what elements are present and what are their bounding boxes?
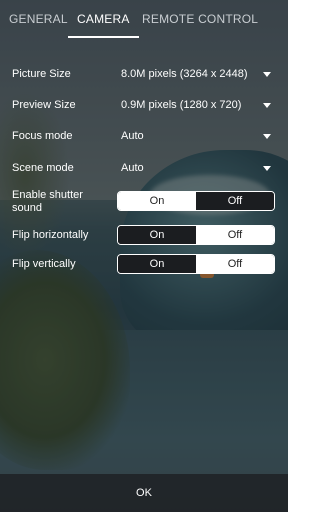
shutter-sound-on-option[interactable]: On — [118, 192, 196, 210]
preview-size-value[interactable]: 0.9M pixels (1280 x 720) — [121, 99, 241, 112]
flip-vertically-toggle[interactable]: On Off — [117, 254, 275, 274]
picture-size-value[interactable]: 8.0M pixels (3264 x 2448) — [121, 68, 248, 81]
settings-screen: GENERAL CAMERA REMOTE CONTROL Picture Si… — [0, 0, 288, 512]
focus-mode-value[interactable]: Auto — [121, 130, 144, 143]
scene-mode-label: Scene mode — [12, 162, 74, 174]
picture-size-label: Picture Size — [12, 68, 71, 80]
flip-horizontally-on-option[interactable]: On — [118, 226, 196, 244]
preview-size-label: Preview Size — [12, 99, 76, 111]
tab-bar: GENERAL CAMERA REMOTE CONTROL — [0, 0, 288, 38]
scene-mode-row[interactable]: Scene mode Auto — [0, 160, 288, 176]
flip-vertically-on-option[interactable]: On — [118, 255, 196, 273]
focus-mode-row[interactable]: Focus mode Auto — [0, 128, 288, 144]
ok-button[interactable]: OK — [0, 474, 288, 512]
flip-horizontally-off-option[interactable]: Off — [196, 226, 274, 244]
chevron-down-icon[interactable] — [263, 166, 271, 171]
focus-mode-label: Focus mode — [12, 130, 73, 142]
tab-general[interactable]: GENERAL — [9, 0, 68, 38]
picture-size-row[interactable]: Picture Size 8.0M pixels (3264 x 2448) — [0, 66, 288, 82]
flip-vertically-off-option[interactable]: Off — [196, 255, 274, 273]
chevron-down-icon[interactable] — [263, 103, 271, 108]
tab-camera[interactable]: CAMERA — [68, 0, 139, 38]
shutter-sound-toggle[interactable]: On Off — [117, 191, 275, 211]
flip-horizontally-row: Flip horizontally On Off — [0, 224, 288, 246]
chevron-down-icon[interactable] — [263, 134, 271, 139]
tab-remote-control[interactable]: REMOTE CONTROL — [142, 0, 258, 38]
shutter-sound-label: Enable shutter sound — [12, 189, 83, 214]
scene-mode-value[interactable]: Auto — [121, 162, 144, 175]
shutter-sound-off-option[interactable]: Off — [196, 192, 274, 210]
flip-horizontally-toggle[interactable]: On Off — [117, 225, 275, 245]
preview-size-row[interactable]: Preview Size 0.9M pixels (1280 x 720) — [0, 97, 288, 113]
shutter-sound-row: Enable shutter sound On Off — [0, 187, 288, 217]
chevron-down-icon[interactable] — [263, 72, 271, 77]
flip-vertically-row: Flip vertically On Off — [0, 253, 288, 275]
flip-vertically-label: Flip vertically — [12, 258, 76, 270]
flip-horizontally-label: Flip horizontally — [12, 229, 89, 241]
